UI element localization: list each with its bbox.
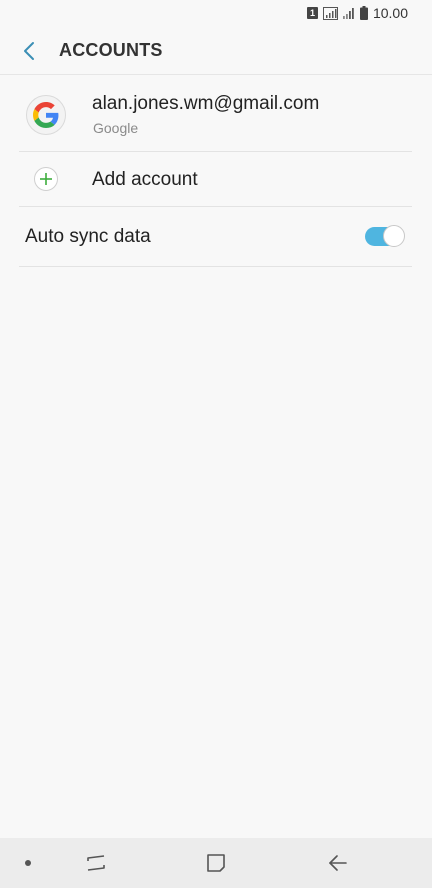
sim-label: 1	[309, 8, 315, 18]
app-bar: ACCOUNTS	[0, 26, 432, 74]
dot-icon[interactable]	[20, 850, 36, 876]
auto-sync-label: Auto sync data	[25, 226, 151, 247]
chevron-left-icon	[24, 42, 34, 60]
add-account-label: Add account	[92, 169, 198, 190]
back-icon[interactable]	[324, 850, 352, 876]
home-icon[interactable]	[202, 850, 230, 876]
page-title: ACCOUNTS	[59, 40, 163, 60]
cell-signal-icon	[342, 8, 354, 19]
account-email: alan.jones.wm@gmail.com	[92, 93, 320, 114]
account-provider: Google	[93, 120, 139, 136]
back-button[interactable]	[14, 38, 44, 64]
add-account-row[interactable]: Add account	[0, 152, 432, 206]
navigation-bar	[0, 838, 432, 888]
status-time: 10.00	[372, 5, 408, 21]
recent-apps-icon[interactable]	[82, 850, 110, 876]
plus-icon	[34, 167, 58, 191]
status-bar: 1 10.00	[0, 0, 432, 26]
battery-icon	[359, 6, 368, 20]
row-divider	[19, 266, 412, 267]
google-logo-icon	[26, 95, 66, 135]
wifi-signal-icon	[322, 6, 338, 20]
status-icons: 1 10.00	[306, 5, 408, 21]
toggle-knob	[383, 225, 405, 247]
account-row-google[interactable]: alan.jones.wm@gmail.com Google	[0, 75, 432, 151]
auto-sync-toggle[interactable]	[365, 225, 405, 247]
auto-sync-row[interactable]: Auto sync data	[0, 207, 432, 267]
sim-icon: 1	[306, 7, 318, 19]
